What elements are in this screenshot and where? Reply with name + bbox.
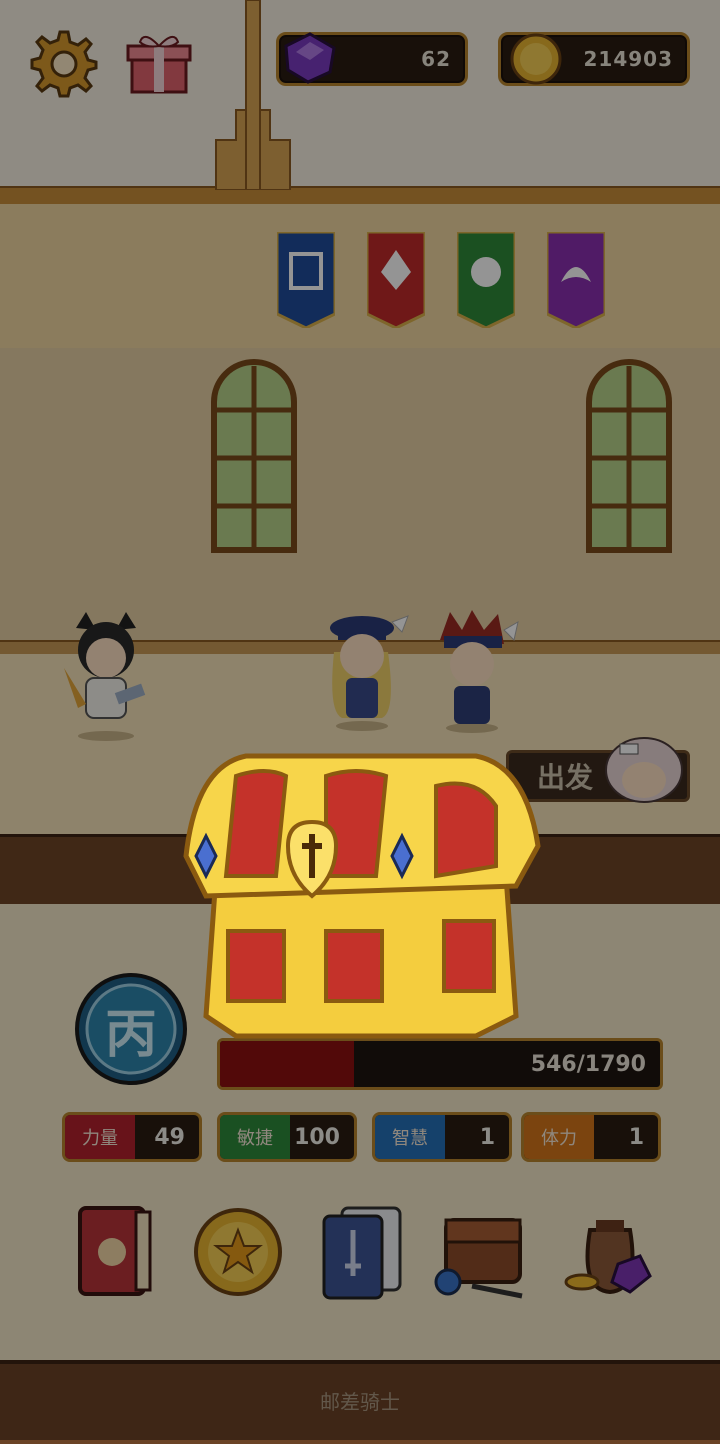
game-scene: 出发 丙 546/1790 力量 49 敏捷 100 智慧 1 体力 1 邮差骑… xyxy=(0,0,720,1444)
stat-stamina-value: 1 xyxy=(628,1124,644,1150)
ceiling xyxy=(0,0,720,200)
star-coin-icon[interactable] xyxy=(188,1200,288,1300)
banner-purple-icon xyxy=(547,232,605,328)
treasure-chest-icon[interactable] xyxy=(176,746,544,1046)
sleeping-girl-avatar xyxy=(605,737,683,803)
stat-wisdom-value: 1 xyxy=(479,1124,495,1150)
stat-agility-value: 100 xyxy=(294,1124,340,1150)
redhair-postman-character[interactable] xyxy=(432,610,520,734)
stat-agility-label: 敏捷 xyxy=(220,1115,290,1159)
stat-strength-value: 49 xyxy=(154,1124,185,1150)
rank-character: 丙 xyxy=(104,1004,157,1065)
depart-button-label: 出发 xyxy=(537,761,594,794)
window-left xyxy=(211,359,297,553)
ceiling-beam xyxy=(0,186,720,206)
banner-green-icon xyxy=(457,232,515,328)
upper-wall xyxy=(0,204,720,350)
gold-coin-icon xyxy=(510,33,562,85)
stat-stamina: 体力 1 xyxy=(521,1112,661,1162)
stat-strength: 力量 49 xyxy=(62,1112,202,1162)
chandelier-post xyxy=(215,0,291,190)
exp-progress-fill xyxy=(220,1041,355,1087)
gold-count: 214903 xyxy=(583,47,673,71)
cat-knight-character[interactable] xyxy=(56,608,156,742)
stat-agility: 敏捷 100 xyxy=(217,1112,357,1162)
stat-stamina-label: 体力 xyxy=(524,1115,594,1159)
cards-icon[interactable] xyxy=(312,1200,412,1300)
gem-icon xyxy=(284,32,336,84)
stat-wisdom-label: 智慧 xyxy=(375,1115,445,1159)
exp-progress-text: 546/1790 xyxy=(530,1051,646,1077)
stat-wisdom: 智慧 1 xyxy=(372,1112,512,1162)
stat-strength-label: 力量 xyxy=(65,1115,135,1159)
gift-icon[interactable] xyxy=(126,30,192,96)
settings-gear-icon[interactable] xyxy=(30,30,98,98)
gem-count: 62 xyxy=(421,47,451,71)
banner-red-icon xyxy=(367,232,425,328)
banner-blue-icon xyxy=(277,232,335,328)
backpack-icon[interactable] xyxy=(432,1200,532,1300)
treasure-bag-icon[interactable] xyxy=(560,1200,660,1300)
window-right xyxy=(586,359,672,553)
book-icon[interactable] xyxy=(70,1200,170,1300)
footer-title: 邮差骑士 xyxy=(320,1390,400,1414)
blonde-postwoman-character[interactable] xyxy=(318,612,410,732)
